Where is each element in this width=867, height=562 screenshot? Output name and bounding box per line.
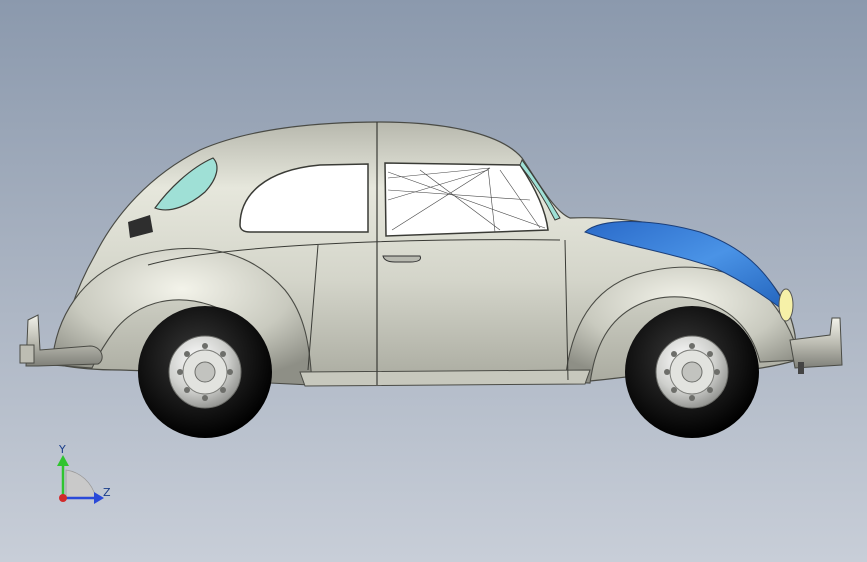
triad-y-label: Y [58, 443, 66, 456]
triad-z-label: Z [103, 486, 111, 499]
triad-x-axis [59, 494, 67, 502]
triad-plane-indicator [65, 469, 97, 499]
car-model-view[interactable]: Y Z [0, 0, 867, 562]
coordinate-triad: Y Z [57, 443, 111, 504]
rear-wheel [138, 306, 272, 438]
front-bumper [789, 317, 843, 374]
front-wheel [625, 306, 759, 438]
door-handle [382, 255, 421, 263]
running-board [299, 369, 591, 387]
headlight [778, 288, 794, 322]
graphics-viewport[interactable]: Y Z [0, 0, 867, 562]
